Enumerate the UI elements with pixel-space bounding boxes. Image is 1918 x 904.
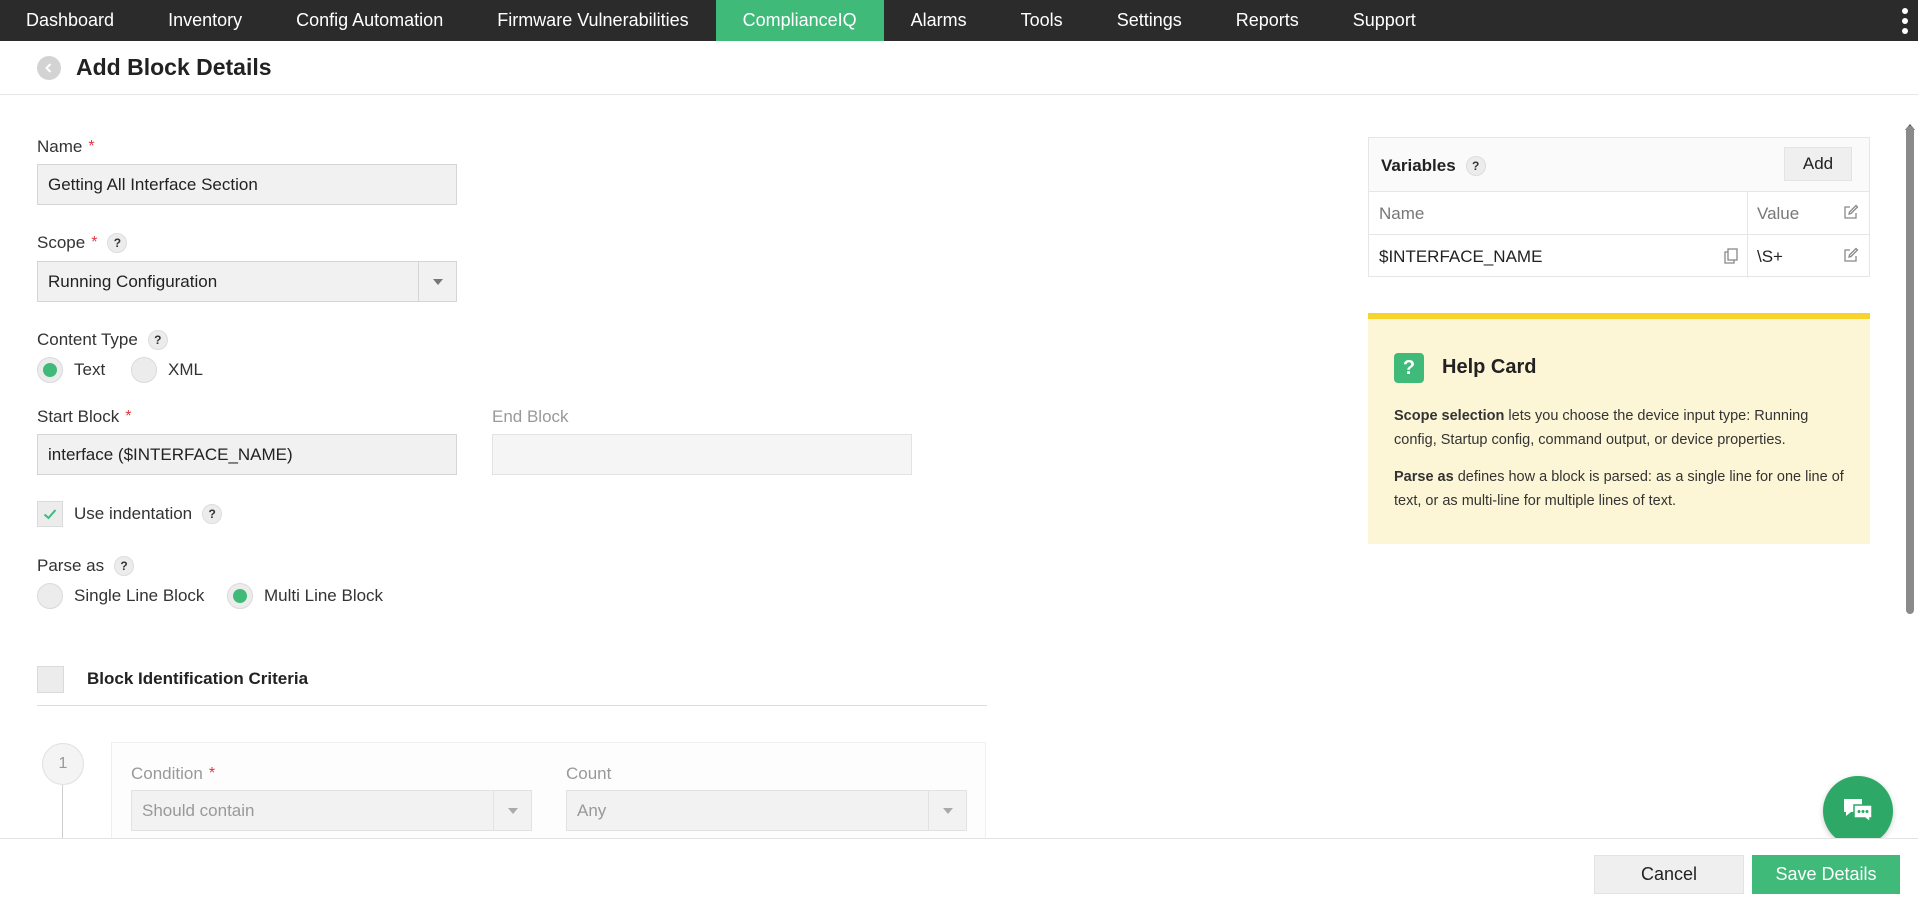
variable-name: $INTERFACE_NAME [1379,247,1543,266]
question-icon: ? [1394,353,1424,383]
start-block-label-text: Start Block [37,407,120,426]
scope-selected-value: Running Configuration [48,271,218,291]
add-variable-button[interactable]: Add [1784,147,1852,181]
column-separator [1747,192,1748,235]
caret-down-icon[interactable] [418,262,456,301]
nav-config-automation[interactable]: Config Automation [269,0,470,41]
help-paragraph-scope: Scope selection lets you choose the devi… [1394,404,1854,452]
variable-value: \S+ [1757,247,1783,266]
help-card: ? Help Card Scope selection lets you cho… [1368,313,1870,544]
question-icon[interactable]: ? [1465,156,1486,176]
more-menu-icon[interactable] [1902,8,1908,34]
nav-support[interactable]: Support [1326,0,1443,41]
nav-reports[interactable]: Reports [1209,0,1326,41]
start-block-input[interactable]: interface ($INTERFACE_NAME) [37,434,457,475]
question-icon[interactable]: ? [107,233,128,253]
use-indentation-label: Use indentation ? [74,504,223,524]
variables-panel: Variables ? Add Name Value $INTERFACE_NA… [1368,137,1870,278]
required-marker: * [88,138,95,155]
question-icon[interactable]: ? [114,556,135,576]
nav-firmware-vulnerabilities[interactable]: Firmware Vulnerabilities [470,0,715,41]
start-block-label: Start Block * [37,407,131,427]
chat-button[interactable] [1823,776,1893,846]
use-indentation-checkbox[interactable] [37,501,63,527]
column-name: Name [1379,204,1425,223]
copy-icon[interactable] [1724,248,1738,264]
caret-down-icon[interactable] [928,791,966,830]
caret-down-icon[interactable] [493,791,531,830]
variables-title: Variables ? [1381,156,1486,176]
block-criteria-title: Block Identification Criteria [87,669,309,688]
check-icon [43,509,57,520]
parse-as-label-text: Parse as [37,556,105,575]
required-marker: * [208,765,216,782]
variables-column-headers: Name Value [1369,192,1869,235]
help-card-title: Help Card [1442,356,1537,378]
footer-bar: Cancel Save Details [0,838,1918,904]
question-icon[interactable]: ? [202,504,223,524]
parse-single-line-radio[interactable] [37,583,63,609]
nav-dashboard[interactable]: Dashboard [0,0,141,41]
nav-settings[interactable]: Settings [1090,0,1209,41]
scope-select[interactable]: Running Configuration [37,261,457,302]
parse-as-label: Parse as ? [37,556,135,576]
required-marker: * [125,408,132,425]
name-label: Name * [37,137,95,157]
nav-inventory[interactable]: Inventory [141,0,269,41]
nav-tools[interactable]: Tools [994,0,1090,41]
name-label-text: Name [37,137,83,156]
count-select[interactable]: Any [566,790,967,831]
criteria-step-number: 1 [42,743,84,785]
nav-alarms[interactable]: Alarms [884,0,994,41]
scope-label: Scope * ? [37,233,128,253]
required-marker: * [91,234,98,251]
scrollbar[interactable] [1906,126,1914,614]
step-connector [62,785,63,843]
count-label: Count [566,764,612,783]
section-divider [37,705,987,706]
parse-multi-line-radio[interactable] [227,583,253,609]
condition-selected-value: Should contain [142,800,255,820]
page-title: Add Block Details [76,54,272,80]
question-icon[interactable]: ? [147,330,168,350]
chat-icon [1844,799,1873,824]
parse-single-line-label: Single Line Block [74,586,205,605]
variables-title-text: Variables [1381,156,1456,175]
block-criteria-checkbox[interactable] [37,666,64,693]
help-term-scope: Scope selection [1394,408,1505,424]
count-selected-value: Any [577,800,607,820]
table-row: $INTERFACE_NAME \S+ [1369,235,1869,278]
content-type-xml-radio[interactable] [131,357,157,383]
content-type-text-radio[interactable] [37,357,63,383]
content-type-label-text: Content Type [37,330,138,349]
content-type-xml-label: XML [168,360,203,379]
help-term-parse: Parse as [1394,469,1454,485]
use-indentation-label-text: Use indentation [74,504,193,523]
nav-complianceiq[interactable]: ComplianceIQ [715,0,884,41]
variables-header: Variables ? Add [1369,138,1869,192]
help-text-parse: defines how a block is parsed: as a sing… [1394,469,1844,509]
content-type-label: Content Type ? [37,330,168,350]
page-header: Add Block Details [0,41,1918,95]
help-paragraph-parse: Parse as defines how a block is parsed: … [1394,465,1854,513]
cancel-button[interactable]: Cancel [1594,855,1744,894]
content-type-text-label: Text [74,360,106,379]
condition-label-text: Condition [131,764,203,783]
parse-multi-line-label: Multi Line Block [264,586,384,605]
column-separator [1747,235,1748,278]
edit-icon[interactable] [1842,204,1859,221]
edit-icon[interactable] [1842,247,1859,264]
back-button[interactable] [37,56,61,80]
save-details-button[interactable]: Save Details [1752,855,1900,894]
end-block-label: End Block [492,407,569,426]
top-nav: Dashboard Inventory Config Automation Fi… [0,0,1918,41]
condition-label: Condition * [131,764,215,784]
name-input[interactable]: Getting All Interface Section [37,164,457,205]
column-value: Value [1757,204,1800,223]
end-block-input[interactable] [492,434,912,475]
scope-label-text: Scope [37,233,86,252]
condition-select[interactable]: Should contain [131,790,532,831]
chevron-left-icon [45,63,52,73]
